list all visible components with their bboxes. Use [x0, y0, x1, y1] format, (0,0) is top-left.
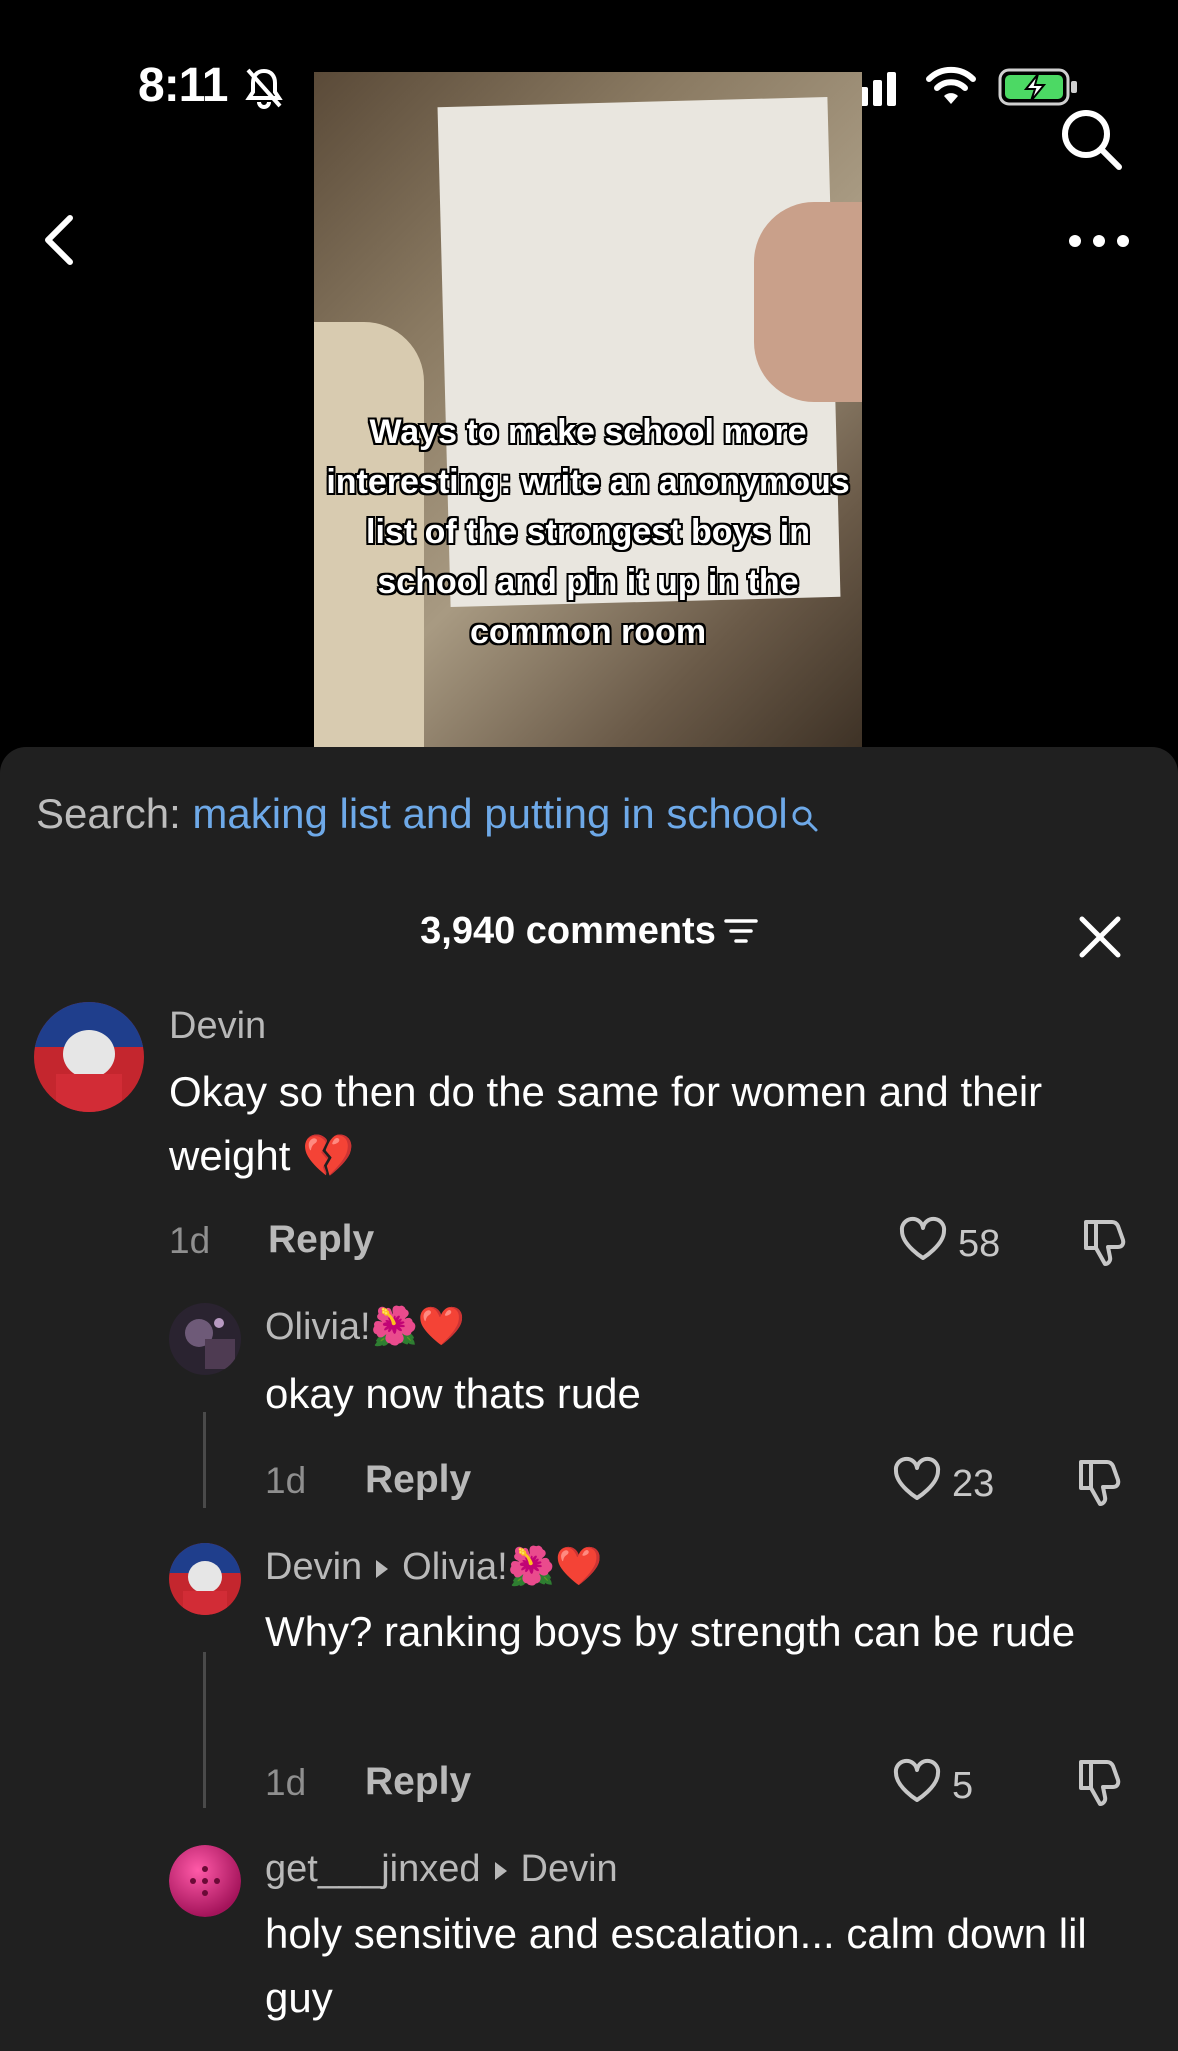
comment-username-row: get___jinxed Devin [265, 1848, 618, 1891]
wifi-icon [925, 66, 977, 111]
dislike-icon[interactable] [1078, 1216, 1130, 1273]
back-chevron-icon[interactable] [40, 212, 76, 273]
reply-button[interactable]: Reply [365, 1760, 471, 1804]
like-count: 5 [952, 1764, 974, 1807]
comment-time: 1d [169, 1220, 211, 1261]
avatar[interactable] [169, 1543, 241, 1615]
search-suggestion-label: Search: [36, 790, 181, 837]
like-count: 58 [958, 1222, 1001, 1265]
video-player[interactable]: Ways to make school more interesting: wr… [314, 72, 862, 747]
reply-button[interactable]: Reply [268, 1218, 374, 1262]
comment-username-row: Devin Olivia!🌺❤️ [265, 1545, 602, 1589]
like-button[interactable]: 58 [898, 1216, 1000, 1272]
comment-username[interactable]: Devin [169, 1005, 266, 1048]
more-icon[interactable] [1068, 234, 1130, 253]
video-hand [754, 202, 862, 402]
filter-icon[interactable] [724, 911, 758, 954]
heart-icon [892, 1456, 942, 1512]
video-caption: Ways to make school more interesting: wr… [326, 413, 850, 651]
avatar[interactable] [169, 1845, 241, 1917]
comment-text: Okay so then do the same for women and t… [169, 1068, 1043, 1179]
comment-time: 1d [265, 1762, 307, 1803]
status-time: 8:11 [138, 59, 228, 112]
reply-to-username[interactable]: Olivia!🌺❤️ [402, 1546, 602, 1588]
thread-line [203, 1412, 206, 1508]
avatar[interactable] [169, 1303, 241, 1375]
heart-icon [892, 1758, 942, 1814]
like-count: 23 [952, 1462, 995, 1505]
comment-text: holy sensitive and escalation... calm do… [265, 1910, 1087, 2021]
search-small-icon [790, 794, 818, 842]
bell-slash-icon [242, 66, 286, 115]
reply-to-username[interactable]: Devin [521, 1848, 618, 1890]
dislike-icon[interactable] [1073, 1456, 1125, 1513]
close-icon[interactable] [1078, 915, 1122, 964]
heart-icon [898, 1216, 948, 1272]
reply-button[interactable]: Reply [365, 1458, 471, 1502]
like-button[interactable]: 23 [892, 1456, 994, 1512]
comments-count: 3,940 comments [0, 910, 1178, 954]
comments-count-label: 3,940 comments [420, 910, 716, 952]
avatar[interactable] [34, 1002, 144, 1112]
thread-line [203, 1652, 206, 1808]
search-suggestion[interactable]: Search: making list and putting in schoo… [36, 790, 818, 842]
reply-arrow-icon [376, 1559, 389, 1578]
comment-text: Why? ranking boys by strength can be rud… [265, 1608, 1076, 1655]
comment-username[interactable]: get___jinxed [265, 1848, 481, 1890]
search-icon[interactable] [1058, 106, 1124, 177]
comment-text: okay now thats rude [265, 1370, 641, 1417]
comment-username[interactable]: Olivia!🌺❤️ [265, 1305, 465, 1349]
dislike-icon[interactable] [1073, 1756, 1125, 1813]
like-button[interactable]: 5 [892, 1758, 973, 1814]
search-suggestion-query[interactable]: making list and putting in school [192, 790, 787, 837]
comment-username[interactable]: Devin [265, 1546, 362, 1588]
reply-arrow-icon [494, 1861, 507, 1880]
comment-time: 1d [265, 1460, 307, 1501]
